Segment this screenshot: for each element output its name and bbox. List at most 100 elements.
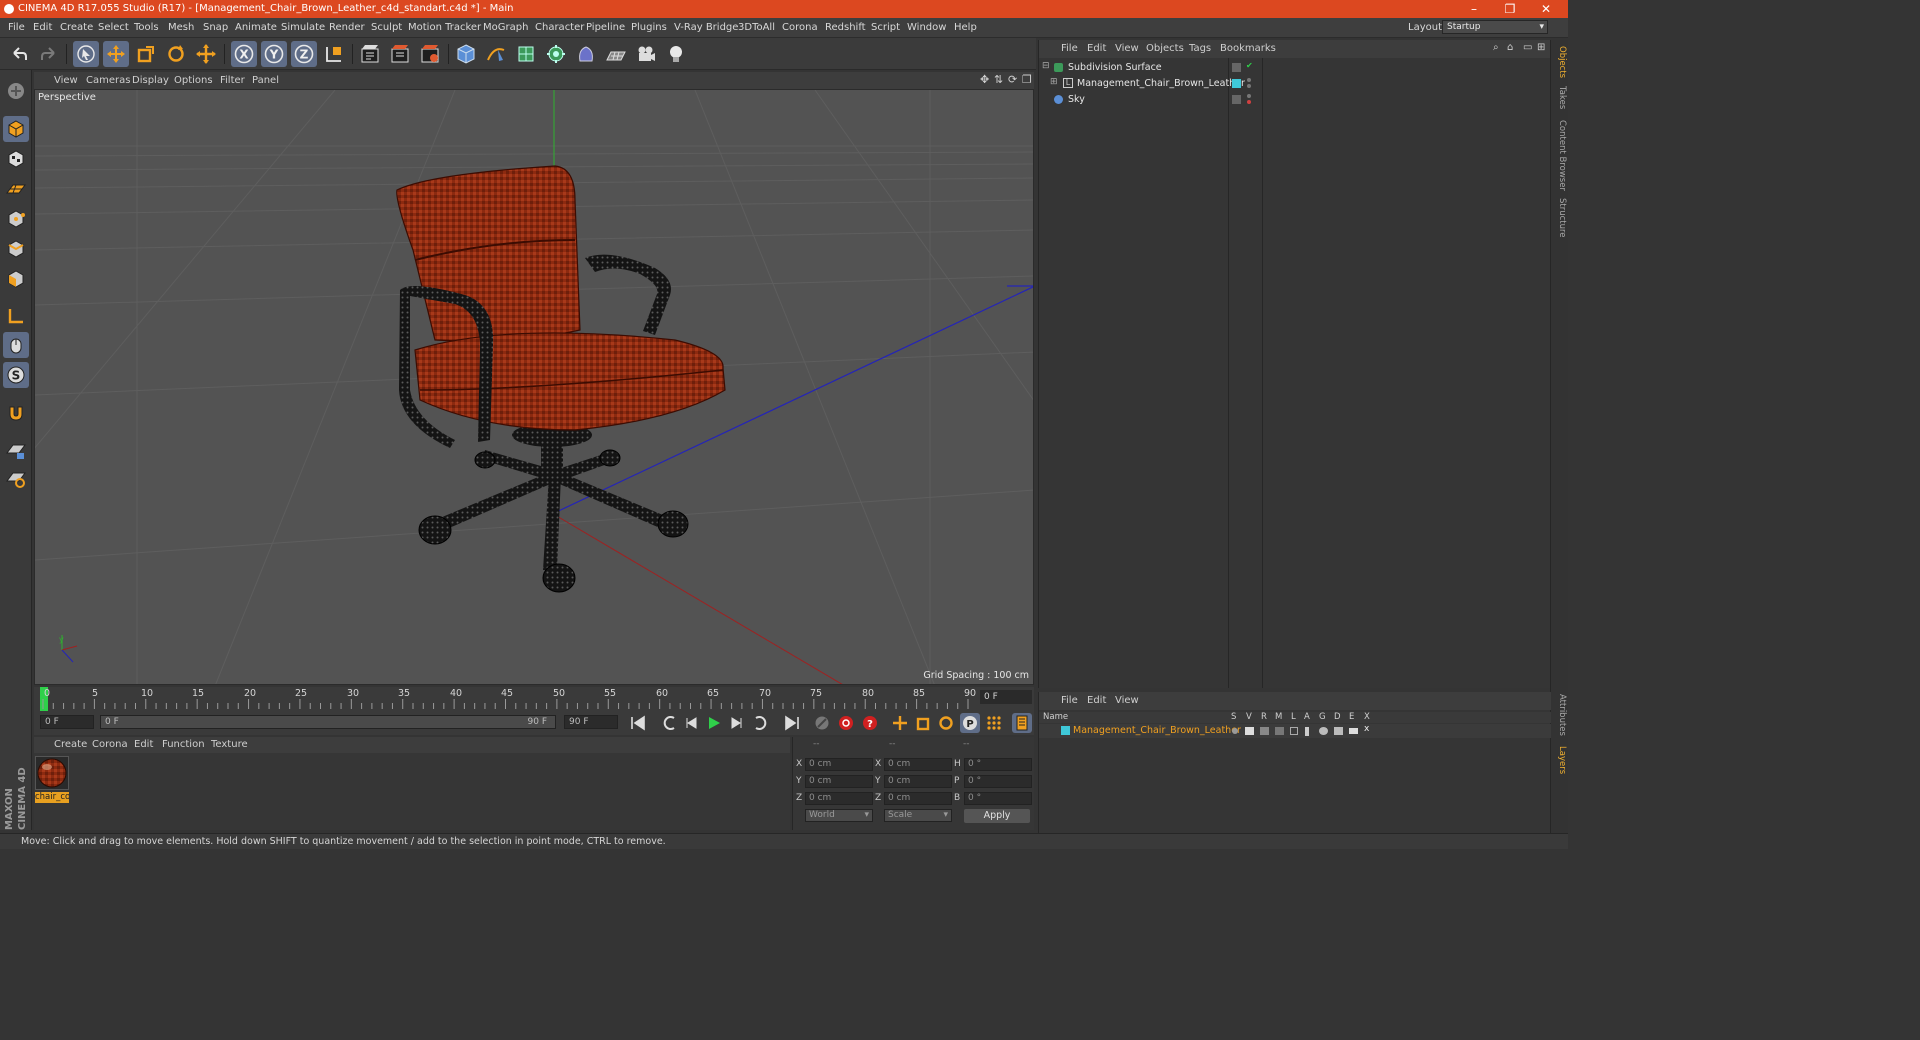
object-row-chair[interactable]: ⊞ L Management_Chair_Brown_Leather: [1039, 76, 1551, 92]
menu-animate[interactable]: Animate: [235, 22, 277, 33]
column-view[interactable]: V: [1246, 712, 1252, 722]
deformer-icon[interactable]: [573, 41, 599, 67]
menu-motion-tracker[interactable]: Motion Tracker: [408, 22, 481, 33]
expand-icon[interactable]: ⊞: [1050, 77, 1058, 87]
menu-select[interactable]: Select: [98, 22, 129, 33]
manager-toggle-icon[interactable]: [1275, 727, 1284, 735]
layer-name[interactable]: Management_Chair_Brown_Leather: [1073, 725, 1241, 736]
current-frame-field[interactable]: 0 F: [980, 690, 1032, 704]
expressions-toggle-icon[interactable]: [1349, 728, 1358, 734]
objects-menu-view[interactable]: View: [1115, 43, 1139, 54]
next-key-icon[interactable]: [750, 713, 770, 733]
layer-tag-icon[interactable]: [1232, 63, 1241, 72]
key-position-icon[interactable]: [890, 713, 910, 733]
position-z-field[interactable]: 0 cm: [805, 792, 873, 805]
grid-lock-icon[interactable]: [3, 438, 29, 464]
material-menu-edit[interactable]: Edit: [134, 739, 153, 750]
make-editable-icon[interactable]: [3, 78, 29, 104]
polygons-mode-icon[interactable]: [3, 266, 29, 292]
select-arrow-icon[interactable]: [73, 41, 99, 67]
coordinate-mode-dropdown[interactable]: World ▾: [805, 809, 873, 822]
viewport-menu-cameras[interactable]: Cameras: [86, 75, 130, 86]
texture-mode-icon[interactable]: [3, 146, 29, 172]
menu-character[interactable]: Character: [535, 22, 584, 33]
restore-button[interactable]: ❐: [1492, 0, 1528, 18]
enabled-check-icon[interactable]: ✔: [1246, 61, 1253, 70]
material-menu-create[interactable]: Create: [54, 739, 87, 750]
solo-toggle-icon[interactable]: [1232, 728, 1238, 734]
key-parameter-icon[interactable]: P: [960, 713, 980, 733]
tab-content-browser[interactable]: Content Browser: [1553, 120, 1567, 191]
viewport-nav-zoom-icon[interactable]: ⇅: [994, 73, 1003, 86]
maximize-panel-icon[interactable]: ⊞: [1537, 42, 1545, 53]
menu-help[interactable]: Help: [954, 22, 977, 33]
tab-takes[interactable]: Takes: [1553, 86, 1567, 109]
y-axis-icon[interactable]: Y: [261, 41, 287, 67]
menu-create[interactable]: Create: [60, 22, 93, 33]
world-coord-icon[interactable]: [321, 41, 347, 67]
layers-menu-file[interactable]: File: [1061, 695, 1078, 706]
collapse-icon[interactable]: ⊟: [1042, 61, 1050, 71]
menu-file[interactable]: File: [8, 22, 25, 33]
tab-attributes[interactable]: Attributes: [1553, 694, 1567, 736]
viewport-menu-options[interactable]: Options: [174, 75, 213, 86]
axis-mode-icon[interactable]: [3, 303, 29, 329]
scale-icon[interactable]: [133, 41, 159, 67]
tweak-mode-icon[interactable]: [3, 332, 29, 358]
snap-icon[interactable]: S: [3, 362, 29, 388]
start-frame-field[interactable]: 0 F: [40, 715, 94, 729]
layers-menu-edit[interactable]: Edit: [1087, 695, 1106, 706]
key-pla-icon[interactable]: [984, 713, 1004, 733]
layout-dropdown[interactable]: Startup ▾: [1442, 20, 1548, 34]
autokey-icon[interactable]: ?: [860, 713, 880, 733]
column-generators[interactable]: G: [1319, 712, 1326, 722]
points-mode-icon[interactable]: [3, 206, 29, 232]
prev-key-icon[interactable]: [660, 713, 680, 733]
redo-icon[interactable]: [36, 41, 62, 67]
menu-edit[interactable]: Edit: [33, 22, 52, 33]
layer-color-swatch[interactable]: [1232, 79, 1241, 88]
menu-corona[interactable]: Corona: [782, 22, 818, 33]
position-x-field[interactable]: 0 cm: [805, 758, 873, 771]
viewport-nav-move-icon[interactable]: ✥: [980, 73, 989, 86]
menu-snap[interactable]: Snap: [203, 22, 228, 33]
lock-icon[interactable]: [1290, 727, 1298, 735]
pen-spline-icon[interactable]: [483, 41, 509, 67]
layer-tag-icon[interactable]: [1232, 95, 1241, 104]
viewport-nav-rotate-icon[interactable]: ⟳: [1008, 73, 1017, 86]
column-manager[interactable]: M: [1275, 712, 1282, 722]
column-expressions[interactable]: E: [1349, 712, 1354, 722]
tab-layers[interactable]: Layers: [1553, 746, 1567, 774]
column-xref[interactable]: X: [1364, 712, 1370, 722]
rotation-h-field[interactable]: 0 °: [964, 758, 1032, 771]
prev-frame-icon[interactable]: [682, 713, 702, 733]
visibility-dot[interactable]: [1247, 94, 1251, 98]
subdivision-icon[interactable]: [513, 41, 539, 67]
play-icon[interactable]: [704, 713, 724, 733]
light-icon[interactable]: [663, 41, 689, 67]
close-button[interactable]: ✕: [1528, 0, 1564, 18]
menu-plugins[interactable]: Plugins: [631, 22, 667, 33]
camera-icon[interactable]: [633, 41, 659, 67]
workplane-icon[interactable]: [3, 176, 29, 202]
layers-menu-view[interactable]: View: [1115, 695, 1139, 706]
preview-range-slider[interactable]: 0 F 90 F: [100, 715, 556, 729]
material-menu-texture[interactable]: Texture: [211, 739, 248, 750]
material-name[interactable]: chair_co: [35, 792, 69, 803]
next-frame-icon[interactable]: [726, 713, 746, 733]
animation-toggle-icon[interactable]: [1305, 727, 1309, 736]
keyframe-selection-icon[interactable]: [812, 713, 832, 733]
x-axis-icon[interactable]: X: [231, 41, 257, 67]
rotation-b-field[interactable]: 0 °: [964, 792, 1032, 805]
objects-menu-tags[interactable]: Tags: [1189, 43, 1211, 54]
transform-mode-dropdown[interactable]: Scale ▾: [884, 809, 952, 822]
menu-tools[interactable]: Tools: [134, 22, 159, 33]
position-y-field[interactable]: 0 cm: [805, 775, 873, 788]
menu-script[interactable]: Script: [871, 22, 900, 33]
column-solo[interactable]: S: [1231, 712, 1236, 722]
xref-toggle-icon[interactable]: ⅹ: [1364, 724, 1369, 734]
viewport-perspective[interactable]: y Perspective Grid Spacing : 100 cm: [34, 89, 1034, 685]
minimize-button[interactable]: –: [1456, 0, 1492, 18]
objects-menu-edit[interactable]: Edit: [1087, 43, 1106, 54]
end-frame-field[interactable]: 90 F: [564, 715, 618, 729]
